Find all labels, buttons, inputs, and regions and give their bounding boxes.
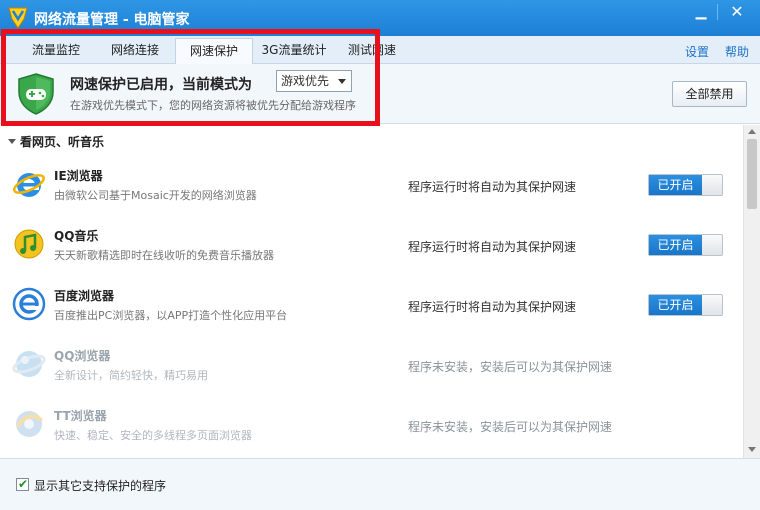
shield-gamepad-icon	[18, 73, 54, 115]
program-name: QQ音乐	[54, 229, 99, 243]
title-divider	[717, 4, 718, 20]
program-description: 由微软公司基于Mosaic开发的网络浏览器	[54, 189, 257, 202]
program-name: TT浏览器	[54, 409, 107, 423]
program-description: 百度推出PC浏览器，以APP打造个性化应用平台	[54, 309, 288, 322]
qq-music-icon	[14, 229, 44, 259]
checkmark-icon: ✔	[18, 477, 29, 491]
list-item: 百度浏览器 百度推出PC浏览器，以APP打造个性化应用平台 程序运行时将自动为其…	[0, 275, 742, 335]
tab-speed-test[interactable]: 测试网速	[336, 38, 408, 64]
program-status: 程序未安装，安装后可以为其保护网速	[408, 420, 613, 434]
ie-icon	[13, 173, 45, 197]
tab-bar: 流量监控 网络连接 网速保护 3G流量统计 测试网速 设置 帮助	[0, 36, 760, 65]
tab-3g-traffic-stats[interactable]: 3G流量统计	[255, 38, 333, 64]
tab-traffic-monitor[interactable]: 流量监控	[18, 38, 94, 64]
list-item: TT浏览器 快速、稳定、安全的多线程多页面浏览器 程序未安装，安装后可以为其保护…	[0, 395, 742, 455]
help-link[interactable]: 帮助	[725, 43, 749, 60]
tab-speed-protection[interactable]: 网速保护	[175, 38, 253, 65]
scroll-down-arrow-icon[interactable]	[748, 447, 756, 452]
disable-all-button[interactable]: 全部禁用	[672, 81, 747, 107]
protection-toggle[interactable]: 已开启	[648, 234, 723, 256]
program-status: 程序运行时将自动为其保护网速	[408, 180, 577, 194]
tt-browser-icon	[16, 411, 43, 437]
close-button[interactable]: ✕	[722, 0, 752, 26]
mode-dropdown-value: 游戏优先	[281, 74, 330, 88]
program-name: 百度浏览器	[54, 289, 115, 303]
protected-programs-list: 看网页、听音乐 IE浏览器 由微软公司基于Mosaic开发的网络浏览器 程序运行…	[0, 125, 760, 458]
window-title: 网络流量管理 - 电脑管家	[34, 12, 190, 28]
protection-toggle[interactable]: 已开启	[648, 174, 723, 196]
settings-link[interactable]: 设置	[685, 43, 709, 60]
scroll-thumb[interactable]	[747, 139, 757, 209]
program-description: 快速、稳定、安全的多线程多页面浏览器	[54, 429, 252, 442]
protection-status-title: 网速保护已启用，当前模式为	[70, 77, 252, 93]
program-description: 全新设计，简约轻快，精巧易用	[54, 369, 208, 382]
program-name: IE浏览器	[54, 169, 103, 183]
list-item: QQ音乐 天天新歌精选即时在线收听的免费音乐播放器 程序运行时将自动为其保护网速…	[0, 215, 742, 275]
baidu-browser-icon	[12, 287, 46, 321]
program-status: 程序运行时将自动为其保护网速	[408, 300, 577, 314]
group-title: 看网页、听音乐	[20, 135, 105, 149]
show-other-programs-checkbox[interactable]: ✔	[16, 477, 29, 491]
toggle-on-label: 已开启	[649, 235, 702, 255]
mode-description: 在游戏优先模式下，您的网络资源将被优先分配给游戏程序	[70, 99, 356, 112]
chevron-down-icon	[338, 79, 346, 84]
protection-status-panel: 网速保护已启用，当前模式为 游戏优先 在游戏优先模式下，您的网络资源将被优先分配…	[0, 64, 760, 124]
show-other-programs-label[interactable]: 显示其它支持保护的程序	[34, 477, 166, 494]
list-scrollbar[interactable]	[743, 125, 760, 458]
title-bar: 网络流量管理 - 电脑管家 ▁ ✕	[0, 0, 760, 36]
app-logo-icon	[8, 7, 28, 29]
tab-network-connections[interactable]: 网络连接	[97, 38, 173, 64]
toggle-on-label: 已开启	[649, 295, 702, 315]
qq-browser-icon	[12, 351, 46, 377]
minimize-button[interactable]: ▁	[686, 0, 716, 26]
toggle-on-label: 已开启	[649, 175, 702, 195]
mode-dropdown[interactable]: 游戏优先	[276, 70, 352, 92]
protection-toggle[interactable]: 已开启	[648, 294, 723, 316]
scroll-up-arrow-icon[interactable]	[748, 129, 756, 134]
group-header[interactable]: 看网页、听音乐	[8, 133, 104, 150]
footer-bar: ✔ 显示其它支持保护的程序	[0, 458, 760, 510]
program-name: QQ浏览器	[54, 349, 111, 363]
program-status: 程序运行时将自动为其保护网速	[408, 240, 577, 254]
collapse-triangle-icon	[8, 139, 16, 144]
list-item: IE浏览器 由微软公司基于Mosaic开发的网络浏览器 程序运行时将自动为其保护…	[0, 155, 742, 215]
program-description: 天天新歌精选即时在线收听的免费音乐播放器	[54, 249, 274, 262]
list-item: QQ浏览器 全新设计，简约轻快，精巧易用 程序未安装，安装后可以为其保护网速	[0, 335, 742, 395]
program-status: 程序未安装，安装后可以为其保护网速	[408, 360, 613, 374]
